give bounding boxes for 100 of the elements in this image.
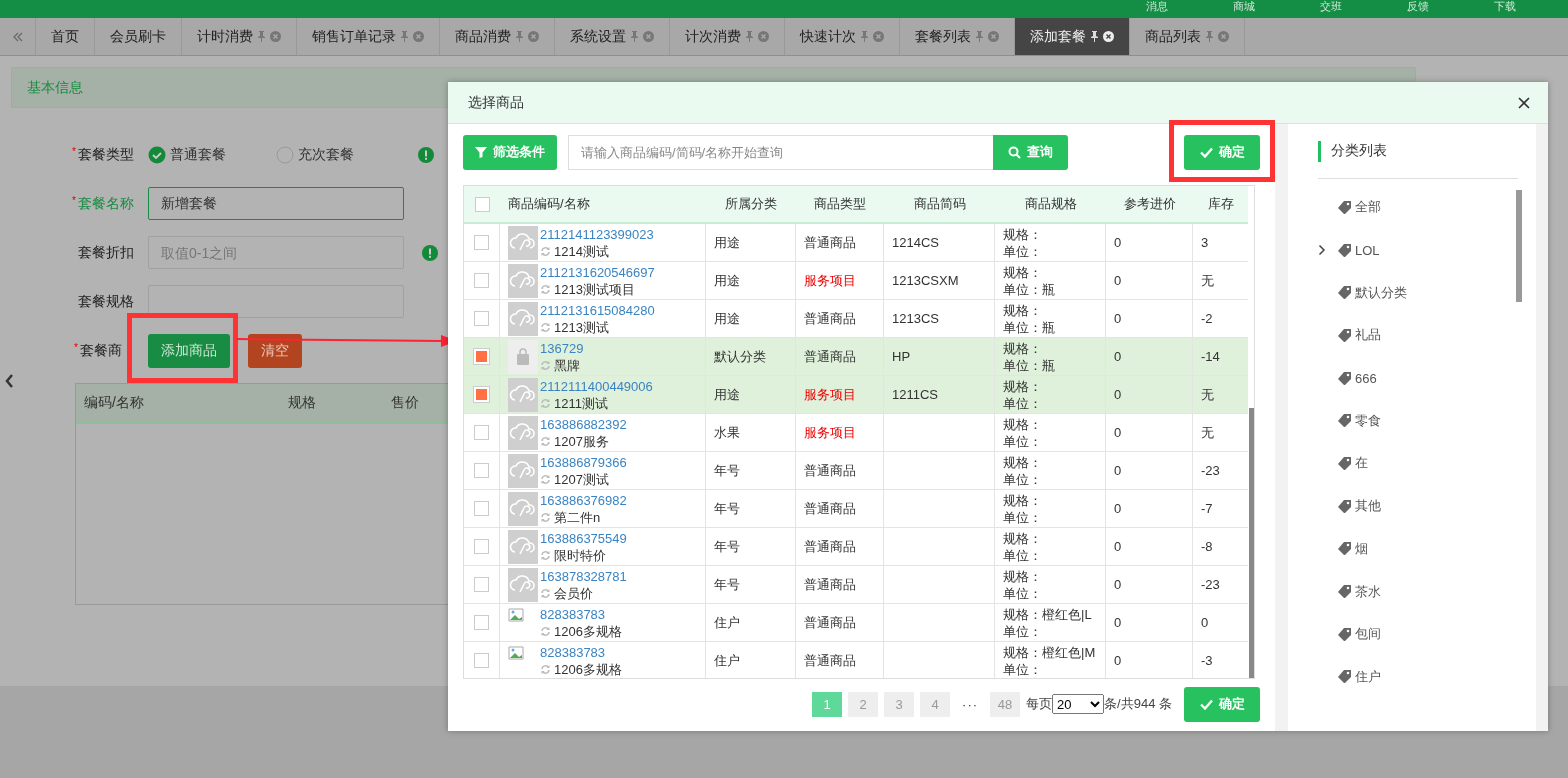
table-cell: -8 (1201, 539, 1213, 554)
clear-button[interactable]: 清空 (248, 333, 302, 368)
table-cell: 用途 (714, 233, 740, 252)
row-checkbox[interactable] (474, 615, 489, 630)
image-placeholder-icon (508, 567, 538, 602)
unit-text: 单位：瓶 (1003, 280, 1055, 298)
per-page-select[interactable]: 20 (1052, 694, 1105, 714)
table-row[interactable]: 163886879366 1207测试 年号 普通商品 规格： 单位： 0 -23 (464, 452, 1248, 490)
row-checkbox[interactable] (474, 273, 489, 288)
chevron-left-icon[interactable] (4, 373, 14, 389)
table-cell: 普通商品 (804, 575, 856, 594)
tab[interactable]: 首页 (36, 18, 95, 55)
category-item[interactable]: 烟 (1318, 527, 1518, 571)
product-code-link[interactable]: 163878328781 (540, 567, 627, 585)
name-field[interactable]: 新增套餐 (148, 187, 404, 220)
table-row[interactable]: 2112141123399023 1214测试 用途 普通商品 1214CS 规格： 单位： 0 3 (464, 224, 1248, 262)
top-link[interactable]: 消息 (1113, 0, 1200, 18)
row-checkbox[interactable] (474, 539, 489, 554)
close-icon[interactable] (1103, 31, 1114, 42)
table-row[interactable]: 163886376982 第二件n 年号 普通商品 规格： 单位： 0 -7 (464, 490, 1248, 528)
row-checkbox[interactable] (474, 311, 489, 326)
product-name: 1213测试项目 (554, 280, 635, 298)
tag-icon (1338, 627, 1351, 641)
spec-text: 规格： (1003, 415, 1042, 433)
discount-field[interactable]: 取值0-1之间 (148, 236, 404, 269)
image-placeholder-icon (508, 225, 538, 260)
table-row[interactable]: 2112131620546697 1213测试项目 用途 服务项目 1213CSXM 规格： 单位：瓶 0 无 (464, 262, 1248, 300)
category-item[interactable]: 住户 (1318, 655, 1518, 699)
category-item[interactable]: 其他 (1318, 484, 1518, 528)
spec-text: 规格： (1003, 225, 1042, 243)
category-item[interactable]: 礼品 (1318, 314, 1518, 357)
category-item[interactable]: 茶水 (1318, 570, 1518, 613)
category-item[interactable]: 包间 (1318, 612, 1518, 656)
product-code-link[interactable]: 2112131615084280 (540, 301, 655, 319)
table-row[interactable]: 828383783 1206多规格 住户 普通商品 规格：橙红色|M 单位： 0 -3 (464, 642, 1248, 678)
table-cell: 用途 (714, 309, 740, 328)
spec-text: 规格： (1003, 453, 1042, 471)
table-row[interactable]: 828383783 1206多规格 住户 普通商品 规格：橙红色|L 单位： 0 0 (464, 604, 1248, 642)
select-all-checkbox[interactable] (474, 196, 490, 212)
category-item[interactable]: 在 (1318, 442, 1518, 485)
table-cell: 普通商品 (804, 233, 856, 252)
category-item[interactable]: LOL (1318, 228, 1518, 272)
radio-option[interactable]: 普通套餐 (148, 145, 276, 164)
check-icon (1199, 698, 1213, 710)
product-code-link[interactable]: 163886879366 (540, 453, 627, 471)
search-field[interactable]: 请输入商品编码/简码/名称开始查询 (568, 134, 993, 170)
table-cell: 年号 (714, 537, 740, 556)
image-placeholder-icon (508, 529, 538, 564)
table-cell: 1214CS (892, 235, 939, 250)
table-cell: 普通商品 (804, 461, 856, 480)
product-code-link[interactable]: 2112141123399023 (540, 225, 654, 243)
table-cell: 服务项目 (804, 271, 856, 290)
product-code-link[interactable]: 163886376982 (540, 491, 627, 509)
radio-icon (148, 145, 166, 164)
product-code-link[interactable]: 163886375549 (540, 529, 627, 547)
scrollbar[interactable] (1516, 190, 1522, 302)
spec-text: 规格： (1003, 567, 1042, 585)
spec-field[interactable] (148, 285, 404, 318)
sync-icon (540, 435, 551, 447)
row-checkbox[interactable] (474, 577, 489, 592)
broken-image-icon (508, 608, 524, 622)
scrollbar[interactable] (1249, 408, 1254, 678)
tab[interactable]: 会员刷卡 (95, 18, 182, 55)
row-checkbox[interactable] (474, 653, 489, 668)
product-code-link[interactable]: 828383783 (540, 643, 622, 661)
tag-icon (1338, 456, 1351, 470)
top-link[interactable]: 反馈 (1374, 0, 1461, 18)
table-cell: 1211CS (892, 387, 938, 402)
filter-icon (475, 146, 487, 158)
table-cell: 默认分类 (714, 347, 766, 366)
caret-icon[interactable] (1318, 244, 1326, 257)
row-checkbox[interactable] (474, 463, 489, 478)
product-code-link[interactable]: 828383783 (540, 605, 622, 623)
product-code-link[interactable]: 2112131620546697 (540, 263, 655, 281)
image-placeholder-icon (508, 491, 538, 526)
pin-icon[interactable] (1091, 31, 1098, 42)
row-checkbox[interactable] (474, 425, 489, 440)
radio-option[interactable]: 充次套餐 (276, 145, 404, 164)
tag-icon (1338, 328, 1351, 342)
spec-text: 规格： (1003, 301, 1042, 319)
table-row[interactable]: 163878328781 会员价 年号 普通商品 规格： 单位： 0 -23 (464, 566, 1248, 604)
top-link[interactable]: 交班 (1287, 0, 1374, 18)
category-item[interactable]: 零食 (1318, 399, 1518, 443)
tab[interactable]: 添加套餐 (1015, 18, 1130, 55)
row-checkbox[interactable] (474, 501, 489, 516)
sync-icon (540, 511, 551, 523)
column-header: 参考进价 (1123, 195, 1176, 213)
category-item[interactable]: 默认分类 (1318, 271, 1518, 315)
close-icon[interactable] (1518, 96, 1530, 109)
category-item[interactable]: 全部 (1318, 186, 1518, 229)
table-cell: 0 (1114, 311, 1122, 326)
table-row[interactable]: 163886375549 限时特价 年号 普通商品 规格： 单位： 0 -8 (464, 528, 1248, 566)
table-cell: 无 (1201, 423, 1214, 442)
top-link[interactable]: 下载 (1461, 0, 1548, 18)
top-link[interactable]: 商城 (1200, 0, 1287, 18)
table-row[interactable]: 163886882392 1207服务 水果 服务项目 规格： 单位： 0 无 (464, 414, 1248, 452)
table-cell: -23 (1201, 577, 1220, 592)
product-code-link[interactable]: 163886882392 (540, 415, 627, 433)
category-item[interactable]: 666 (1318, 356, 1518, 400)
row-checkbox[interactable] (474, 235, 489, 250)
